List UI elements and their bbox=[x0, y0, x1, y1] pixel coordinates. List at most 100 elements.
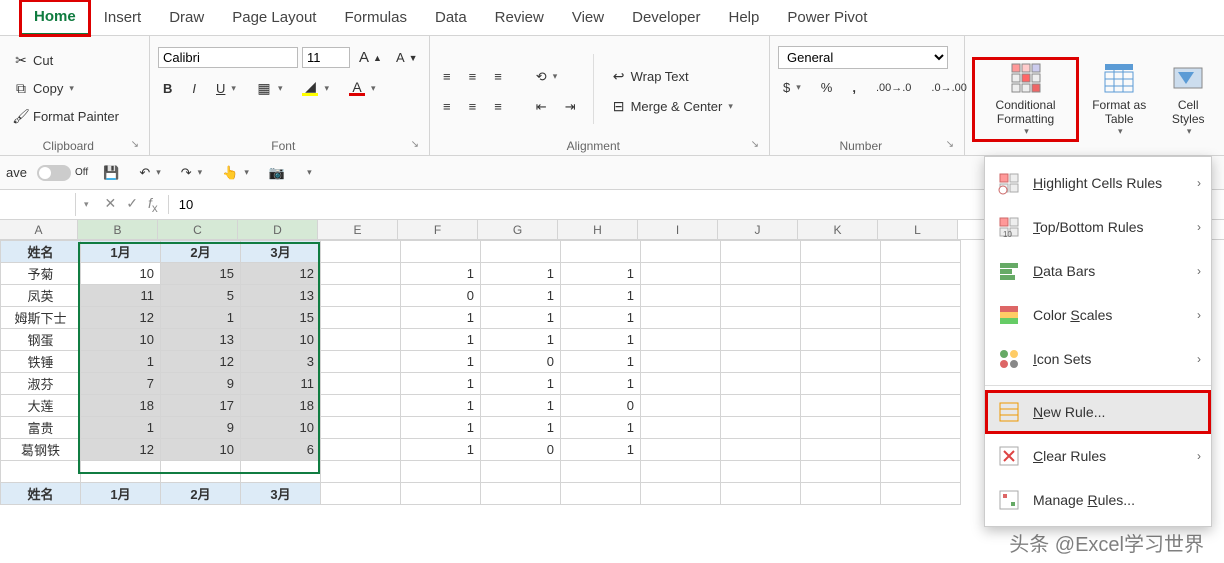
cell[interactable] bbox=[561, 241, 641, 263]
cell-name[interactable]: 钢蛋 bbox=[1, 329, 81, 351]
tab-draw[interactable]: Draw bbox=[155, 1, 218, 34]
cell[interactable]: 15 bbox=[241, 307, 321, 329]
header-feb[interactable]: 2月 bbox=[161, 241, 241, 263]
cell[interactable] bbox=[401, 461, 481, 483]
cell[interactable] bbox=[241, 461, 321, 483]
cell[interactable]: 1 bbox=[561, 285, 641, 307]
cell[interactable] bbox=[641, 461, 721, 483]
number-launcher[interactable]: ↘ bbox=[944, 139, 956, 150]
cell[interactable] bbox=[801, 395, 881, 417]
cell[interactable] bbox=[721, 395, 801, 417]
cf-menu-highlight-cells-rules[interactable]: Highlight Cells Rules› bbox=[985, 161, 1211, 205]
cell-name[interactable]: 铁锤 bbox=[1, 351, 81, 373]
cf-menu-data-bars[interactable]: Data Bars› bbox=[985, 249, 1211, 293]
tab-help[interactable]: Help bbox=[714, 1, 773, 34]
cell[interactable]: 9 bbox=[161, 417, 241, 439]
cell[interactable]: 1 bbox=[481, 285, 561, 307]
format-painter-button[interactable]: 🖌Format Painter bbox=[8, 106, 124, 128]
align-center-button[interactable]: ≡ bbox=[464, 96, 482, 117]
cell[interactable]: 1 bbox=[401, 307, 481, 329]
cell-styles-button[interactable]: Cell Styles▾ bbox=[1160, 58, 1216, 142]
cell[interactable]: 0 bbox=[481, 439, 561, 461]
align-bottom-button[interactable]: ≡ bbox=[489, 66, 507, 87]
cell[interactable]: 1 bbox=[161, 307, 241, 329]
cell[interactable]: 18 bbox=[81, 395, 161, 417]
col-header-B[interactable]: B bbox=[78, 220, 158, 239]
cell[interactable] bbox=[641, 417, 721, 439]
cell[interactable]: 1 bbox=[401, 373, 481, 395]
cell[interactable] bbox=[481, 461, 561, 483]
increase-indent-button[interactable]: ⇥ bbox=[560, 96, 581, 118]
cell[interactable] bbox=[321, 483, 401, 505]
save-button[interactable]: 💾 bbox=[98, 162, 124, 184]
col-header-G[interactable]: G bbox=[478, 220, 558, 239]
cell-name[interactable]: 予菊 bbox=[1, 263, 81, 285]
qat-more-button[interactable]: ▾ bbox=[300, 164, 317, 181]
cell[interactable] bbox=[801, 307, 881, 329]
cell[interactable] bbox=[641, 351, 721, 373]
cell[interactable] bbox=[881, 439, 961, 461]
cell[interactable] bbox=[481, 483, 561, 505]
cell[interactable] bbox=[721, 285, 801, 307]
cell[interactable] bbox=[801, 373, 881, 395]
header-mar[interactable]: 3月 bbox=[241, 241, 321, 263]
cell[interactable]: 9 bbox=[161, 373, 241, 395]
cell[interactable] bbox=[401, 241, 481, 263]
cell[interactable]: 5 bbox=[161, 285, 241, 307]
cell[interactable] bbox=[641, 483, 721, 505]
increase-decimal-button[interactable]: .00→.0 bbox=[871, 79, 916, 97]
cell-name[interactable]: 姆斯下士 bbox=[1, 307, 81, 329]
align-left-button[interactable]: ≡ bbox=[438, 96, 456, 117]
cell[interactable] bbox=[721, 439, 801, 461]
bold-button[interactable]: B bbox=[158, 78, 177, 99]
cell[interactable]: 1 bbox=[481, 263, 561, 285]
cell[interactable]: 1 bbox=[561, 329, 641, 351]
cell[interactable]: 1 bbox=[401, 395, 481, 417]
cell[interactable] bbox=[881, 263, 961, 285]
cell[interactable]: 1 bbox=[401, 417, 481, 439]
cell[interactable] bbox=[801, 483, 881, 505]
col-header-E[interactable]: E bbox=[318, 220, 398, 239]
decrease-indent-button[interactable]: ⇤ bbox=[531, 96, 552, 118]
comma-button[interactable]: , bbox=[847, 77, 861, 98]
touch-mode-button[interactable]: 👆▾ bbox=[217, 162, 254, 184]
cell[interactable]: 1 bbox=[561, 417, 641, 439]
cell[interactable] bbox=[881, 351, 961, 373]
cell[interactable]: 6 bbox=[241, 439, 321, 461]
cell[interactable] bbox=[321, 417, 401, 439]
cell[interactable] bbox=[641, 307, 721, 329]
cell[interactable] bbox=[881, 307, 961, 329]
cf-menu-clear-rules[interactable]: Clear Rules› bbox=[985, 434, 1211, 478]
cell[interactable] bbox=[641, 263, 721, 285]
tab-insert[interactable]: Insert bbox=[90, 1, 156, 34]
cell[interactable] bbox=[721, 417, 801, 439]
percent-button[interactable]: % bbox=[816, 77, 838, 98]
borders-button[interactable]: ▦▾ bbox=[251, 77, 288, 99]
cell[interactable] bbox=[721, 241, 801, 263]
cell[interactable] bbox=[721, 329, 801, 351]
fill-color-button[interactable]: ◢▾ bbox=[297, 77, 334, 99]
italic-button[interactable]: I bbox=[187, 78, 201, 99]
increase-font-button[interactable]: A▲ bbox=[354, 46, 387, 69]
cell[interactable] bbox=[561, 461, 641, 483]
cell[interactable] bbox=[721, 307, 801, 329]
cell[interactable]: 12 bbox=[81, 307, 161, 329]
cell-name[interactable]: 凤英 bbox=[1, 285, 81, 307]
cut-button[interactable]: ✂Cut bbox=[8, 50, 124, 72]
cell[interactable]: 1 bbox=[561, 307, 641, 329]
cell[interactable] bbox=[801, 417, 881, 439]
col-header-F[interactable]: F bbox=[398, 220, 478, 239]
tab-developer[interactable]: Developer bbox=[618, 1, 714, 34]
cell[interactable] bbox=[641, 395, 721, 417]
cell[interactable] bbox=[801, 263, 881, 285]
cell[interactable] bbox=[321, 395, 401, 417]
cell[interactable]: 0 bbox=[401, 285, 481, 307]
cell[interactable]: 15 bbox=[161, 263, 241, 285]
cell[interactable] bbox=[641, 373, 721, 395]
cell[interactable] bbox=[881, 241, 961, 263]
cell[interactable]: 3 bbox=[241, 351, 321, 373]
cell[interactable]: 1 bbox=[481, 373, 561, 395]
header2-feb[interactable]: 2月 bbox=[161, 483, 241, 505]
col-header-D[interactable]: D bbox=[238, 220, 318, 239]
header2-name[interactable]: 姓名 bbox=[1, 483, 81, 505]
